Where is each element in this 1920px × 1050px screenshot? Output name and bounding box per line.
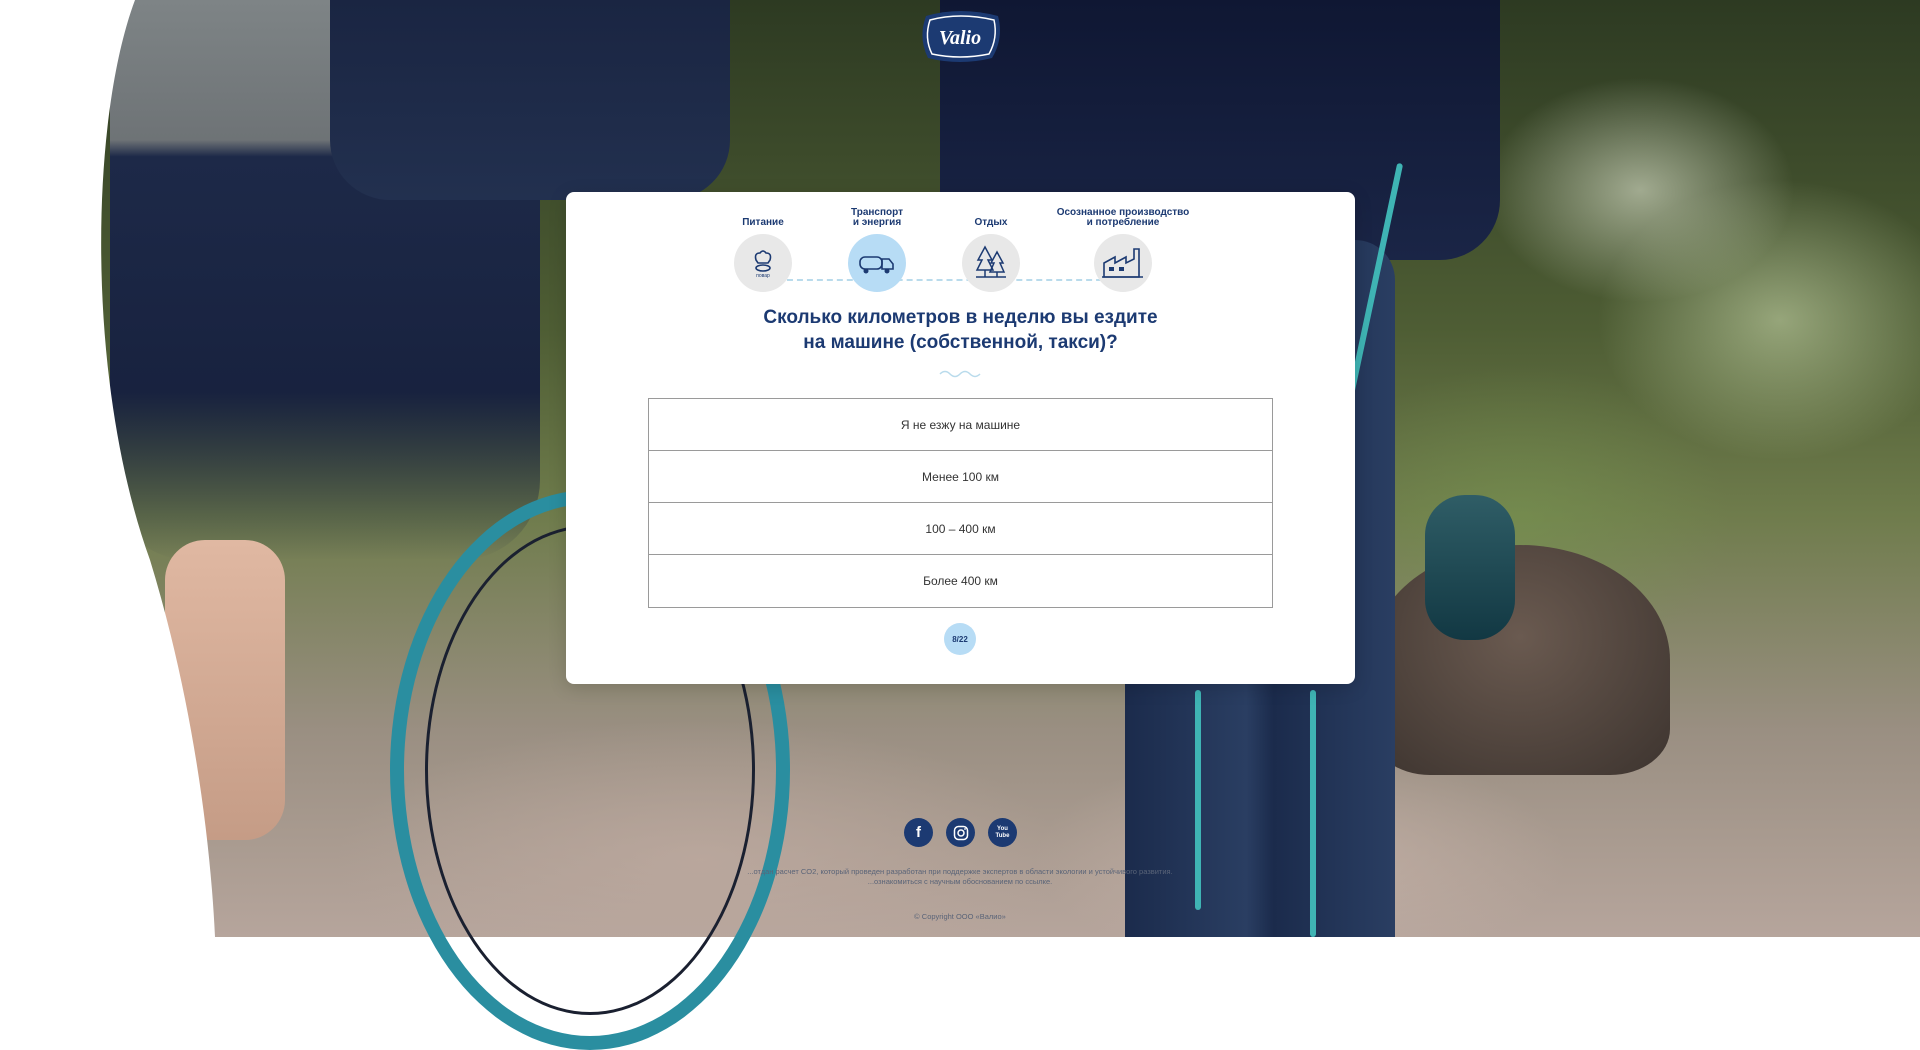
youtube-button[interactable]: You Tube xyxy=(988,818,1017,847)
answer-option[interactable]: 100 – 400 км xyxy=(649,503,1272,555)
answer-option[interactable]: Более 400 км xyxy=(649,555,1272,607)
footer-line-2[interactable]: ...ознакомиться с научным обоснованием п… xyxy=(620,877,1300,887)
youtube-icon: You Tube xyxy=(995,825,1010,839)
truck-icon xyxy=(859,256,894,274)
progress-counter: 8/22 xyxy=(944,623,976,655)
question-line-1: Сколько километров в неделю вы ездите xyxy=(763,307,1158,328)
step-circle[interactable]: повар xyxy=(734,234,792,292)
step-label: Отдых xyxy=(974,217,1008,228)
question-line-2: на машине (собственной, такси)? xyxy=(803,332,1118,353)
step-leisure[interactable]: Отдых xyxy=(916,206,1066,292)
social-links: f You Tube xyxy=(904,818,1017,847)
step-circle-active[interactable] xyxy=(848,234,906,292)
footer-line-1: ...отдан расчет CO2, который проведен ра… xyxy=(747,867,1173,876)
footer-disclaimer: ...отдан расчет CO2, который проведен ра… xyxy=(620,867,1300,887)
quiz-card: Питание повар Транспорт и энергия Отдых … xyxy=(566,192,1355,684)
answer-options: Я не езжу на машине Менее 100 км 100 – 4… xyxy=(648,398,1273,608)
instagram-button[interactable] xyxy=(946,818,975,847)
background-rock xyxy=(1370,545,1670,775)
svg-text:повар: повар xyxy=(756,273,770,279)
factory-icon xyxy=(1102,248,1143,278)
question-title: Сколько километров в неделю вы ездите на… xyxy=(566,305,1355,355)
step-circle[interactable] xyxy=(1094,234,1152,292)
facebook-button[interactable]: f xyxy=(904,818,933,847)
background-stripe xyxy=(1310,690,1316,937)
svg-text:Valio: Valio xyxy=(939,27,981,49)
background-jacket xyxy=(330,0,730,200)
chef-hat-icon: повар xyxy=(754,250,772,279)
answer-option[interactable]: Я не езжу на машине xyxy=(649,399,1272,451)
answer-option[interactable]: Менее 100 км xyxy=(649,451,1272,503)
wave-divider-icon xyxy=(939,370,981,378)
step-production[interactable]: Осознанное производство и потребление xyxy=(1048,206,1198,292)
background-bottle xyxy=(1425,495,1515,640)
left-white-curve xyxy=(0,0,215,937)
facebook-icon: f xyxy=(916,824,921,841)
trees-icon xyxy=(975,245,1006,278)
step-label: Осознанное производство и потребление xyxy=(1056,207,1190,228)
step-circle[interactable] xyxy=(962,234,1020,292)
instagram-icon xyxy=(953,825,968,840)
footer-copyright: © Copyright ООО «Валио» xyxy=(914,912,1006,921)
valio-logo[interactable]: Valio xyxy=(918,8,1002,64)
step-navigation: Питание повар Транспорт и энергия Отдых … xyxy=(732,206,1192,292)
